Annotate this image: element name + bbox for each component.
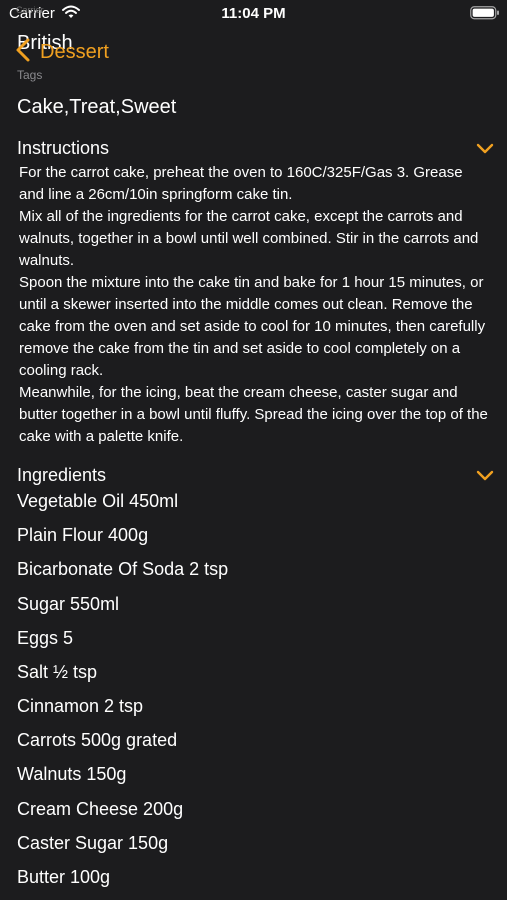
ingredient-item: Bicarbonate Of Soda 2 tsp <box>17 559 229 579</box>
instructions-paragraph: Spoon the mixture into the cake tin and … <box>19 274 486 379</box>
ingredient-item: Vegetable Oil 450ml <box>17 491 179 511</box>
ingredient-item: Plain Flour 400g <box>17 525 149 545</box>
battery-icon <box>470 6 500 25</box>
ingredient-item: Eggs 5 <box>17 628 74 648</box>
ingredient-item: Cinnamon 2 tsp <box>17 696 144 716</box>
ingredient-item: Sugar 550ml <box>17 594 120 614</box>
tags-value: Cake,Treat,Sweet <box>17 96 177 118</box>
ingredient-item: Butter 100g <box>17 867 111 887</box>
instructions-text: For the carrot cake, preheat the oven to… <box>19 162 489 448</box>
chevron-down-icon[interactable] <box>476 469 494 487</box>
chevron-left-icon[interactable] <box>15 37 31 68</box>
instructions-header[interactable]: Instructions <box>0 136 507 162</box>
status-time: 11:04 PM <box>221 5 286 22</box>
instructions-paragraph: Mix all of the ingredients for the carro… <box>19 208 479 269</box>
instructions-paragraph: For the carrot cake, preheat the oven to… <box>19 164 463 203</box>
back-button[interactable]: Dessert <box>40 41 109 64</box>
tags-label: Tags <box>17 68 43 82</box>
ingredients-title: Ingredients <box>17 465 107 485</box>
ingredient-item: Salt ½ tsp <box>17 662 98 682</box>
ingredient-item: Caster Sugar 150g <box>17 833 169 853</box>
status-bar: Carrier 11:04 PM <box>0 0 507 28</box>
ingredient-item: Cream Cheese 200g <box>17 799 184 819</box>
instructions-title: Instructions <box>17 138 110 158</box>
ingredients-header[interactable]: Ingredients <box>0 463 507 489</box>
faded-nav-label: Carrier <box>16 5 44 15</box>
instructions-paragraph: Meanwhile, for the icing, beat the cream… <box>19 384 488 445</box>
chevron-down-icon[interactable] <box>476 142 494 160</box>
ingredient-item: Carrots 500g grated <box>17 730 178 750</box>
ingredient-item: Walnuts 150g <box>17 764 127 784</box>
